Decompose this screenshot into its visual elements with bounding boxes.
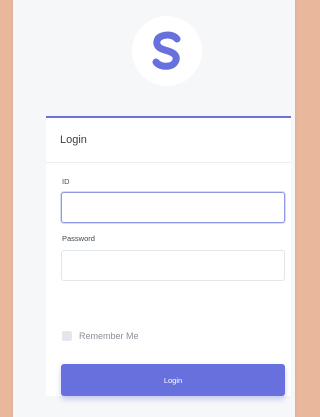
login-page: Login ID Password Remember Me Login (13, 0, 295, 417)
password-label: Password (62, 234, 95, 243)
id-input[interactable] (61, 192, 285, 223)
s-logo-icon (152, 31, 181, 70)
id-label: ID (62, 177, 70, 186)
remember-me[interactable]: Remember Me (62, 331, 139, 341)
login-card-header: Login (46, 118, 291, 163)
login-title: Login (60, 134, 87, 146)
login-card: Login ID Password Remember Me Login (46, 116, 291, 396)
remember-me-label: Remember Me (79, 331, 139, 341)
password-input[interactable] (61, 250, 285, 281)
login-button[interactable]: Login (61, 364, 285, 396)
remember-me-checkbox[interactable] (62, 331, 72, 341)
brand-logo (132, 16, 202, 86)
